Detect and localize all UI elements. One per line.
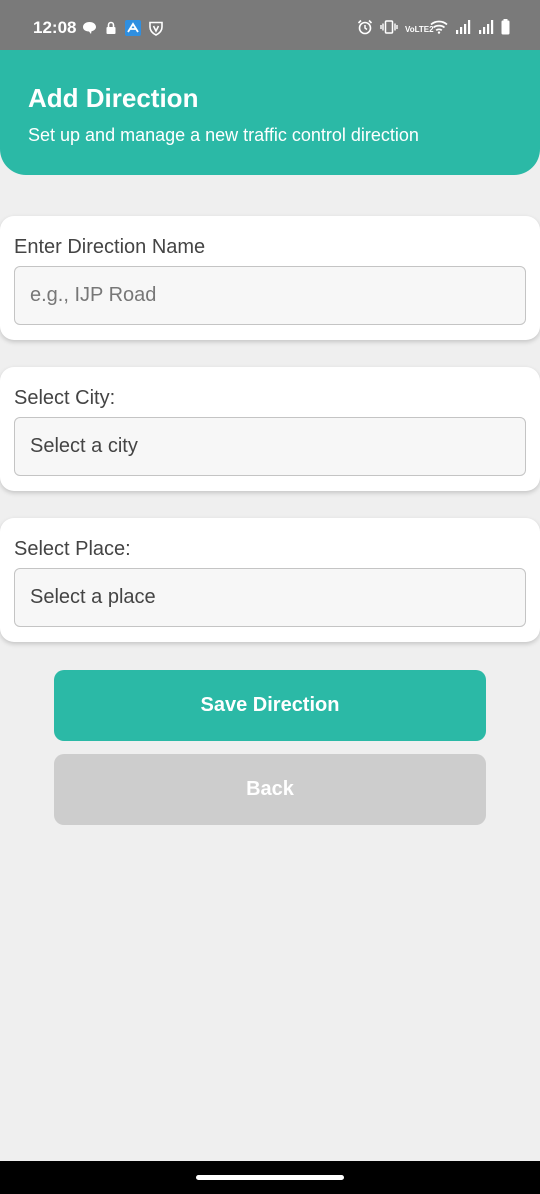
vibrate-icon — [380, 20, 398, 39]
page-header: Add Direction Set up and manage a new tr… — [0, 50, 540, 175]
place-card: Select Place: Select a place — [0, 518, 540, 642]
shield-icon — [149, 21, 163, 41]
alarm-icon — [357, 19, 373, 40]
direction-name-label: Enter Direction Name — [14, 236, 206, 258]
status-left-icons — [82, 20, 163, 41]
city-select-value: Select a city — [30, 435, 138, 457]
status-bar: 12:08 VoLTE2 — [0, 0, 540, 50]
chat-bubble-icon — [82, 21, 97, 40]
signal-icon — [455, 20, 471, 39]
page-subtitle: Set up and manage a new traffic control … — [28, 125, 419, 145]
direction-name-card: Enter Direction Name — [0, 216, 540, 340]
page-title: Add Direction — [28, 83, 199, 113]
app-notification-icon — [125, 20, 141, 41]
status-right-icons: VoLTE2 — [357, 19, 510, 40]
city-card: Select City: Select a city — [0, 367, 540, 491]
navigation-bar — [0, 1161, 540, 1194]
direction-name-input[interactable] — [14, 266, 526, 325]
lock-icon — [105, 21, 117, 40]
back-button[interactable]: Back — [54, 754, 486, 825]
city-label: Select City: — [14, 387, 116, 409]
city-select[interactable]: Select a city — [14, 417, 526, 476]
signal-icon — [478, 20, 494, 39]
place-select[interactable]: Select a place — [14, 568, 526, 627]
place-select-value: Select a place — [30, 586, 156, 608]
place-label: Select Place: — [14, 538, 131, 560]
wifi-icon — [430, 20, 448, 39]
save-direction-button[interactable]: Save Direction — [54, 670, 486, 741]
home-indicator[interactable] — [196, 1175, 344, 1180]
status-time: 12:08 — [33, 18, 77, 37]
volte-icon: VoLTE2 — [405, 24, 434, 34]
battery-icon — [501, 19, 510, 40]
